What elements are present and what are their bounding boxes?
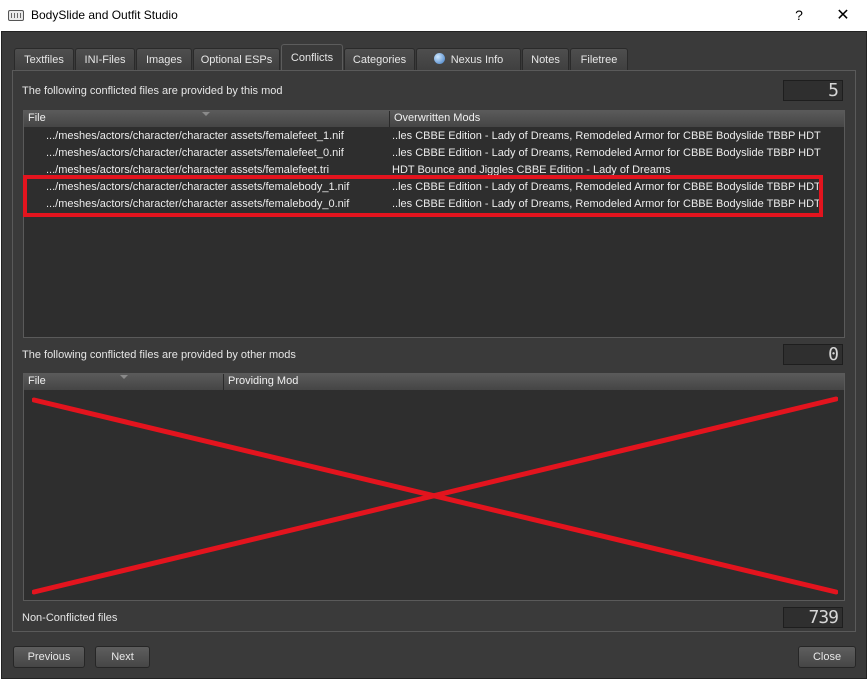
tab-nexus-info[interactable]: Nexus Info [416,48,521,71]
next-button[interactable]: Next [95,646,150,668]
tab-label: Textfiles [24,54,64,66]
red-highlight-annotation [23,175,823,217]
tab-textfiles[interactable]: Textfiles [14,48,74,71]
tab-images[interactable]: Images [136,48,192,71]
close-window-button[interactable]: ✕ [820,0,866,31]
sort-arrow-icon [202,112,210,116]
table-header: File Overwritten Mods [24,111,844,127]
tab-notes[interactable]: Notes [522,48,569,71]
tab-filetree[interactable]: Filetree [570,48,628,71]
row-file: .../meshes/actors/character/character as… [46,147,344,159]
this-mod-conflicts-table[interactable]: File Overwritten Mods .../meshes/actors/… [23,110,845,338]
column-header-providing-mod[interactable]: Providing Mod [224,374,844,390]
row-mods: ..les CBBE Edition - Lady of Dreams, Rem… [392,130,821,142]
tab-label: Images [145,54,183,66]
close-button[interactable]: Close [798,646,856,668]
red-cross-annotation [32,396,838,595]
app-icon [8,10,24,21]
row-mods: ..les CBBE Edition - Lady of Dreams, Rem… [392,147,821,159]
tab-optional-esps[interactable]: Optional ESPs [193,48,280,71]
this-mod-conflicts-count: 5 [783,80,843,101]
previous-button[interactable]: Previous [13,646,85,668]
tab-label: Filetree [580,54,618,66]
table-row[interactable]: .../meshes/actors/character/character as… [24,128,844,145]
non-conflicted-count: 739 [783,607,843,628]
tab-ini-files[interactable]: INI-Files [75,48,135,71]
this-mod-conflicts-label: The following conflicted files are provi… [22,85,283,97]
tab-categories[interactable]: Categories [344,48,415,71]
tab-label: Nexus Info [450,54,504,66]
sort-arrow-icon [120,375,128,379]
title-bar: BodySlide and Outfit Studio ? ✕ [0,0,868,31]
tab-label: Optional ESPs [200,54,273,66]
table-row[interactable]: .../meshes/actors/character/character as… [24,145,844,162]
tab-label: Categories [352,54,407,66]
tab-label: INI-Files [84,54,126,66]
table-header: File Providing Mod [24,374,844,390]
globe-icon [433,53,445,64]
other-mods-conflicts-label: The following conflicted files are provi… [22,349,296,361]
window-title: BodySlide and Outfit Studio [31,8,178,22]
other-mods-conflicts-count: 0 [783,344,843,365]
tab-label: Notes [531,54,560,66]
tab-label: Conflicts [290,52,334,64]
help-button[interactable]: ? [782,0,816,31]
tab-conflicts[interactable]: Conflicts [281,44,343,71]
column-header-overwritten-mods[interactable]: Overwritten Mods [390,111,844,127]
row-file: .../meshes/actors/character/character as… [46,130,344,142]
non-conflicted-label: Non-Conflicted files [22,612,118,624]
